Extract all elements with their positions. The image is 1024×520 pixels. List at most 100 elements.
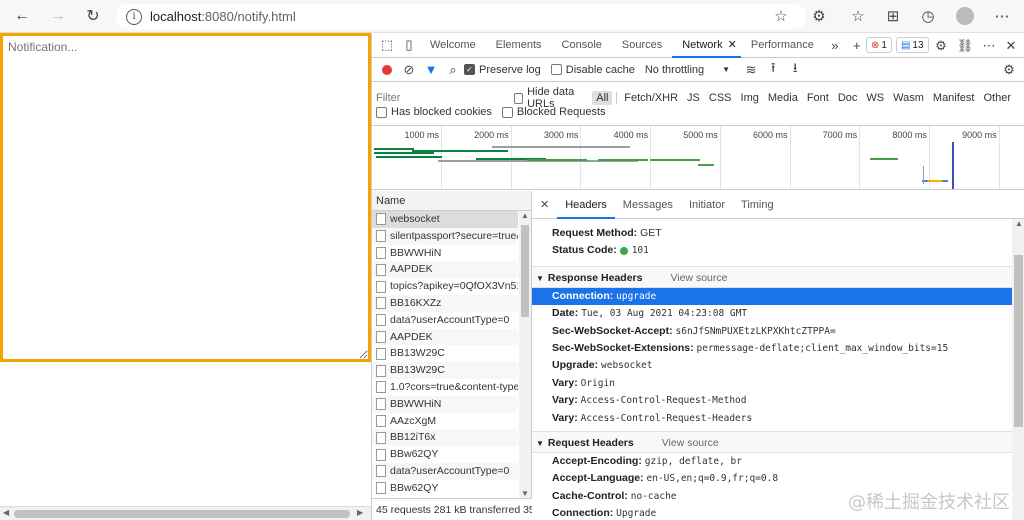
request-row[interactable]: 1.0?cors=true&content-type= (372, 379, 518, 396)
header-row[interactable]: Connection: upgrade (532, 287, 1012, 306)
type-filter-all[interactable]: All (592, 91, 613, 105)
type-filter-manifest[interactable]: Manifest (929, 91, 979, 105)
favorite-star-icon[interactable]: ☆ (772, 6, 790, 26)
tab-network[interactable]: Network ✕ (672, 33, 741, 58)
type-filter-ws[interactable]: WS (862, 91, 888, 105)
add-tab-icon[interactable]: + (846, 34, 868, 56)
tab-timing[interactable]: Timing (733, 191, 782, 219)
request-row[interactable]: BB13W29C (372, 362, 518, 379)
tab-elements[interactable]: Elements (486, 33, 552, 58)
tab-messages[interactable]: Messages (615, 191, 681, 219)
request-list-scrollbar[interactable]: ▲ ▼ (519, 211, 531, 498)
address-bar[interactable]: i localhost:8080/notify.html (116, 4, 806, 29)
extensions-icon[interactable]: ⚙ (809, 6, 829, 26)
request-row[interactable]: websocket (372, 211, 518, 228)
request-row[interactable]: BB16KXZz (372, 294, 518, 312)
header-row[interactable]: Date: Tue, 03 Aug 2021 04:23:08 GMT (532, 305, 1012, 322)
search-icon[interactable]: ⌕ (442, 59, 464, 81)
preserve-log-checkbox[interactable]: ✓ Preserve log (464, 64, 541, 76)
error-badge[interactable]: ⊗ 1 (866, 37, 892, 53)
collections-icon[interactable]: ⊞ (883, 6, 903, 26)
type-filter-font[interactable]: Font (803, 91, 833, 105)
header-row[interactable]: Upgrade: websocket (532, 357, 1012, 374)
connections-icon[interactable]: ⛓ (954, 35, 976, 57)
message-badge[interactable]: ▤ 13 (895, 37, 929, 53)
request-row[interactable]: BBWWHiN (372, 395, 518, 413)
close-tab-icon[interactable]: ✕ (728, 39, 737, 51)
close-devtools-icon[interactable]: ✕ (1000, 35, 1022, 57)
header-row[interactable]: Sec-WebSocket-Accept: s6nJfSNmPUXEtzLKPX… (532, 323, 1012, 340)
scroll-left-arrow-icon[interactable]: ◀ (3, 508, 9, 517)
general-row[interactable]: Status Code: 101 (532, 242, 1012, 259)
tab-welcome[interactable]: Welcome (420, 33, 486, 58)
request-row[interactable]: BBWWHiN (372, 245, 518, 262)
disable-cache-checkbox[interactable]: Disable cache (550, 64, 635, 76)
request-row[interactable]: silentpassport?secure=true&lc (372, 227, 518, 245)
more-tabs-icon[interactable]: » (824, 34, 846, 56)
type-filter-img[interactable]: Img (737, 91, 763, 105)
request-row[interactable]: AAzcXgM (372, 413, 518, 430)
type-filter-other[interactable]: Other (979, 91, 1015, 105)
clear-icon[interactable]: ⊘ (398, 59, 420, 81)
page-horizontal-scrollbar[interactable]: ◀ ▶ (0, 506, 371, 520)
request-row[interactable]: BBw62QY (372, 480, 518, 497)
general-row[interactable]: Request Method: GET (532, 225, 1012, 242)
device-toolbar-icon[interactable]: ▯ (398, 34, 420, 56)
notification-textarea[interactable] (0, 33, 371, 362)
header-row[interactable]: Accept-Encoding: gzip, deflate, br (532, 453, 1012, 470)
type-filter-fetch-xhr[interactable]: Fetch/XHR (620, 91, 682, 105)
has-blocked-cookies-checkbox[interactable] (376, 106, 387, 118)
type-filter-js[interactable]: JS (683, 91, 704, 105)
request-row[interactable]: AAPDEK (372, 261, 518, 279)
type-filter-css[interactable]: CSS (705, 91, 736, 105)
more-menu-icon[interactable]: ⋯ (992, 6, 1012, 26)
tab-performance[interactable]: Performance (741, 33, 824, 58)
header-row[interactable]: Sec-WebSocket-Extensions: permessage-def… (532, 340, 1012, 357)
filter-icon[interactable]: ▼ (420, 59, 442, 81)
response-headers-section[interactable]: ▼ Response Headers View source (532, 265, 1012, 288)
favorites-icon[interactable]: ☆ (848, 6, 868, 26)
more-options-icon[interactable]: ⋯ (978, 35, 1000, 57)
header-row[interactable]: Vary: Origin (532, 375, 1012, 392)
blocked-requests-checkbox[interactable] (501, 106, 513, 118)
request-headers-section[interactable]: ▼ Request Headers View source (532, 430, 1012, 453)
close-detail-icon[interactable]: ✕ (532, 198, 557, 211)
header-row[interactable]: Vary: Access-Control-Request-Headers (532, 410, 1012, 427)
scroll-up-arrow-icon[interactable]: ▲ (521, 211, 529, 220)
network-settings-icon[interactable]: ⚙ (998, 59, 1020, 81)
request-row[interactable]: BB12iT6x (372, 429, 518, 447)
view-source-link[interactable]: View source (662, 437, 719, 449)
header-row[interactable]: Vary: Access-Control-Request-Method (532, 392, 1012, 409)
request-row[interactable]: AAPDEK (372, 328, 518, 346)
scroll-right-arrow-icon[interactable]: ▶ (357, 508, 363, 517)
tab-initiator[interactable]: Initiator (681, 191, 733, 219)
refresh-button[interactable]: ↻ (82, 5, 104, 27)
scrollbar-thumb[interactable] (1014, 255, 1023, 427)
throttling-select[interactable]: No throttling ▼ (645, 64, 730, 76)
tab-console[interactable]: Console (552, 33, 612, 58)
import-har-icon[interactable]: ⭱ (762, 59, 784, 81)
forward-button[interactable]: → (47, 5, 69, 27)
network-overview-timeline[interactable]: 1000 ms 2000 ms 3000 ms 4000 ms 5000 ms 6000 … (372, 126, 1024, 190)
site-info-icon[interactable]: i (126, 8, 142, 25)
tab-sources[interactable]: Sources (612, 33, 672, 58)
avatar[interactable] (954, 6, 976, 26)
scroll-up-arrow-icon[interactable]: ▲ (1015, 219, 1023, 228)
hide-data-urls-checkbox[interactable] (514, 92, 524, 104)
history-icon[interactable]: ◷ (918, 6, 938, 26)
request-row[interactable]: topics?apikey=0QfOX3Vn51Y. (372, 278, 518, 295)
request-row[interactable]: BBw62QY (372, 446, 518, 463)
view-source-link[interactable]: View source (670, 272, 727, 284)
scroll-down-arrow-icon[interactable]: ▼ (521, 489, 529, 498)
network-conditions-icon[interactable]: ≋ (740, 59, 762, 81)
name-column-header[interactable]: Name (372, 191, 531, 211)
scrollbar-thumb[interactable] (14, 510, 350, 518)
header-row[interactable]: Accept-Language: en-US,en;q=0.9,fr;q=0.8 (532, 470, 1012, 487)
settings-gear-icon[interactable]: ⚙ (930, 35, 952, 57)
filter-input[interactable] (376, 90, 512, 106)
export-har-icon[interactable]: ⭳ (784, 59, 806, 81)
request-row[interactable]: data?userAccountType=0 (372, 462, 518, 480)
request-row[interactable]: data?userAccountType=0 (372, 312, 518, 329)
type-filter-wasm[interactable]: Wasm (889, 91, 928, 105)
record-icon[interactable] (376, 59, 398, 81)
